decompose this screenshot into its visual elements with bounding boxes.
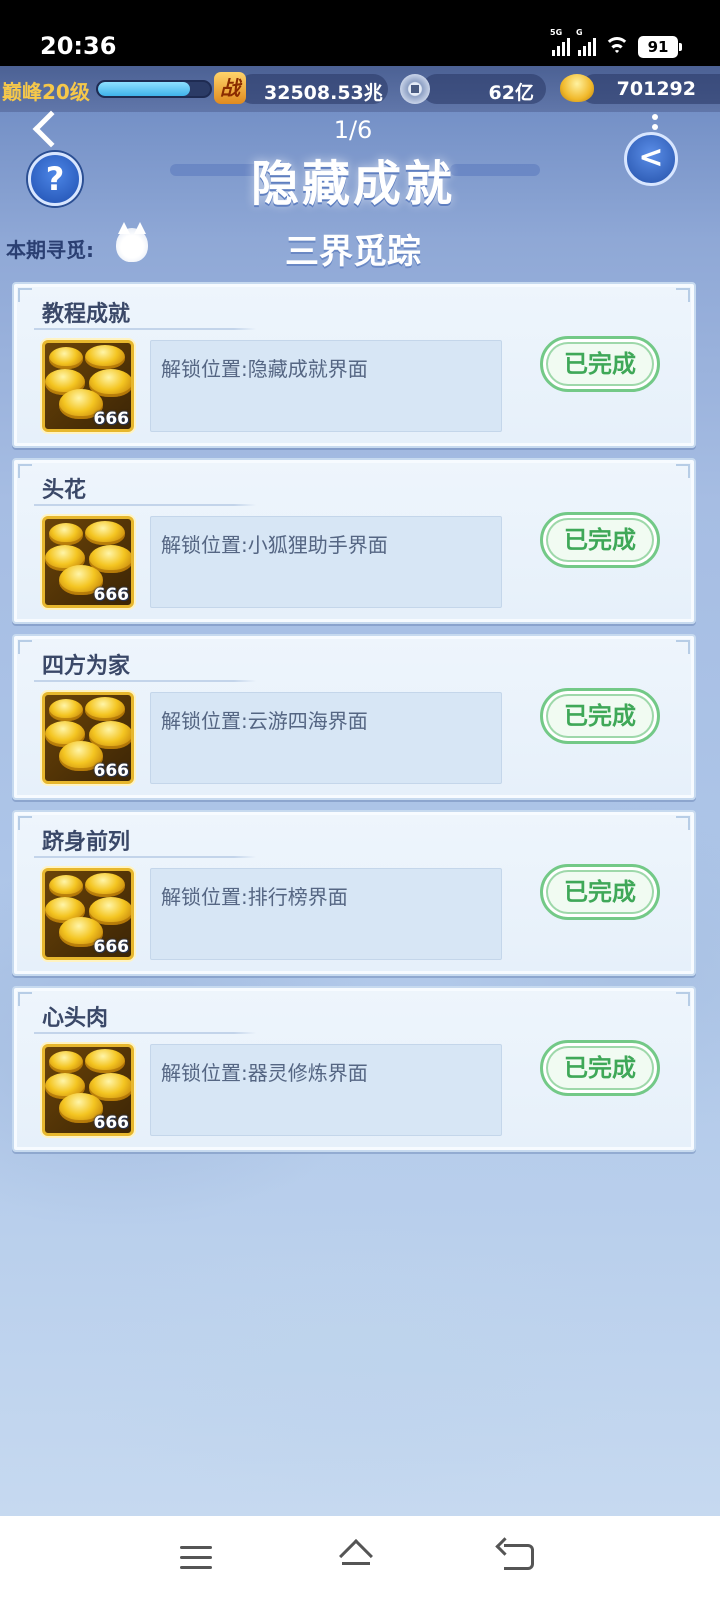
title-underline	[34, 680, 256, 682]
more-options-icon[interactable]	[652, 114, 658, 120]
signal-5g-icon: 5G	[550, 28, 570, 56]
status-icons: 5G G 91	[550, 28, 682, 58]
battle-power-value: 32508.53兆	[264, 82, 383, 104]
signal-tag: G	[576, 28, 583, 37]
completed-button[interactable]: 已完成	[540, 1040, 660, 1096]
completed-button[interactable]: 已完成	[540, 512, 660, 568]
unlock-location: 解锁位置:排行榜界面	[161, 885, 348, 909]
menu-icon[interactable]	[180, 1546, 212, 1570]
unlock-description: 解锁位置:器灵修炼界面	[150, 1044, 502, 1136]
battery-icon: 91	[638, 36, 682, 58]
unlock-location: 解锁位置:小狐狸助手界面	[161, 533, 388, 557]
unlock-location: 解锁位置:云游四海界面	[161, 709, 368, 733]
title-underline	[34, 504, 256, 506]
achievement-title: 头花	[42, 478, 87, 503]
home-icon[interactable]	[338, 1539, 374, 1573]
unlock-location: 解锁位置:隐藏成就界面	[161, 357, 368, 381]
unlock-description: 解锁位置:排行榜界面	[150, 868, 502, 960]
resource-bar: 巅峰20级 战 32508.53兆 62亿 701292	[0, 66, 720, 112]
reward-count: 666	[93, 1113, 130, 1133]
gold-ingot-reward-icon[interactable]: 666	[42, 868, 134, 960]
signal-g-icon: G	[576, 28, 596, 56]
achievement-card: 教程成就 666 解锁位置:隐藏成就界面 已完成	[12, 282, 696, 448]
title-underline	[34, 1032, 256, 1034]
title-underline	[34, 856, 256, 858]
gold-ingot-icon	[560, 74, 594, 102]
gold-value: 701292	[616, 78, 696, 100]
unlock-description: 解锁位置:云游四海界面	[150, 692, 502, 784]
completed-button[interactable]: 已完成	[540, 336, 660, 392]
unlock-description: 解锁位置:小狐狸助手界面	[150, 516, 502, 608]
achievement-title: 教程成就	[42, 302, 131, 327]
coin-value: 62亿	[488, 82, 534, 104]
achievement-title: 四方为家	[42, 654, 131, 679]
xp-fill	[98, 82, 190, 96]
game-screen: 巅峰20级 战 32508.53兆 62亿 701292 ? 1/6 隐藏成就 …	[0, 66, 720, 1516]
title-underline	[34, 328, 256, 330]
signal-tag: 5G	[550, 28, 563, 37]
wifi-icon	[604, 37, 630, 57]
back-icon[interactable]	[504, 1544, 534, 1570]
player-level: 巅峰20级	[2, 80, 90, 104]
system-navigation-bar	[0, 1516, 720, 1600]
achievement-title: 跻身前列	[42, 830, 131, 855]
achievement-card: 头花 666 解锁位置:小狐狸助手界面 已完成	[12, 458, 696, 624]
page-title: 隐藏成就	[250, 156, 455, 212]
copper-coin-icon	[400, 74, 430, 104]
achievement-card: 跻身前列 666 解锁位置:排行榜界面 已完成	[12, 810, 696, 976]
completed-button[interactable]: 已完成	[540, 864, 660, 920]
achievement-title: 心头肉	[42, 1006, 109, 1031]
status-time: 20:36	[40, 32, 117, 60]
reward-count: 666	[93, 585, 130, 605]
achievement-card: 心头肉 666 解锁位置:器灵修炼界面 已完成	[12, 986, 696, 1152]
share-button[interactable]: <	[624, 132, 678, 186]
reward-count: 666	[93, 409, 130, 429]
period-subtitle: 三界觅踪	[285, 232, 421, 272]
gold-ingot-reward-icon[interactable]: 666	[42, 692, 134, 784]
status-bar: 20:36 5G G 91	[0, 0, 720, 66]
reward-count: 666	[93, 761, 130, 781]
completed-button[interactable]: 已完成	[540, 688, 660, 744]
unlock-location: 解锁位置:器灵修炼界面	[161, 1061, 368, 1085]
unlock-description: 解锁位置:隐藏成就界面	[150, 340, 502, 432]
gold-ingot-reward-icon[interactable]: 666	[42, 1044, 134, 1136]
battle-power-icon: 战	[214, 72, 246, 104]
gold-ingot-reward-icon[interactable]: 666	[42, 340, 134, 432]
page-indicator: 1/6	[333, 116, 373, 144]
gold-ingot-reward-icon[interactable]: 666	[42, 516, 134, 608]
xp-bar	[96, 80, 212, 98]
reward-count: 666	[93, 937, 130, 957]
achievement-card: 四方为家 666 解锁位置:云游四海界面 已完成	[12, 634, 696, 800]
